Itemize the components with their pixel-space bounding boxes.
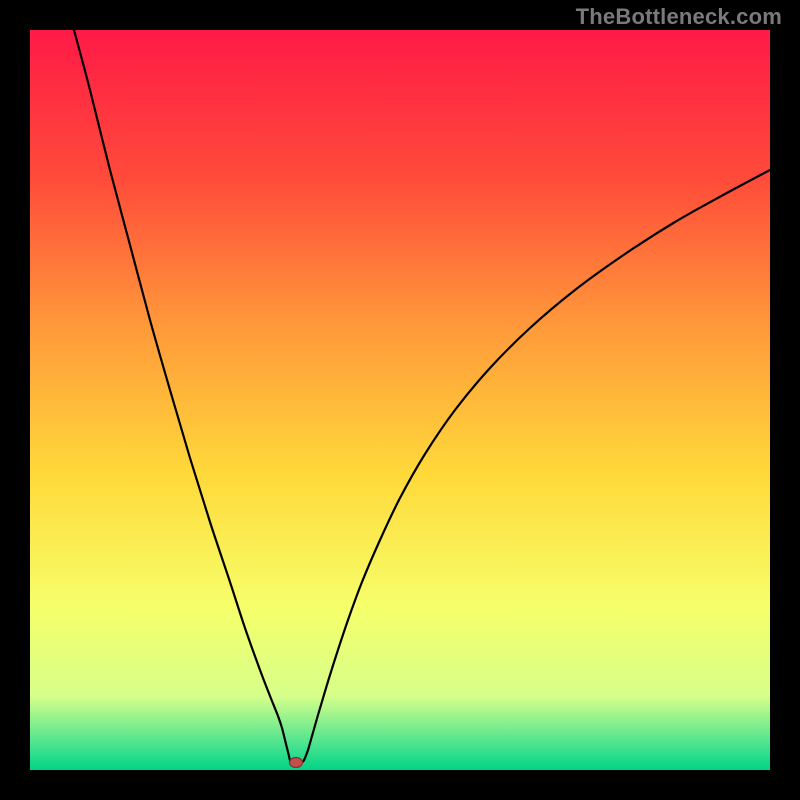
plot-area	[30, 30, 770, 770]
chart-svg	[30, 30, 770, 770]
chart-frame: TheBottleneck.com	[0, 0, 800, 800]
gradient-background	[30, 30, 770, 770]
watermark: TheBottleneck.com	[576, 4, 782, 30]
